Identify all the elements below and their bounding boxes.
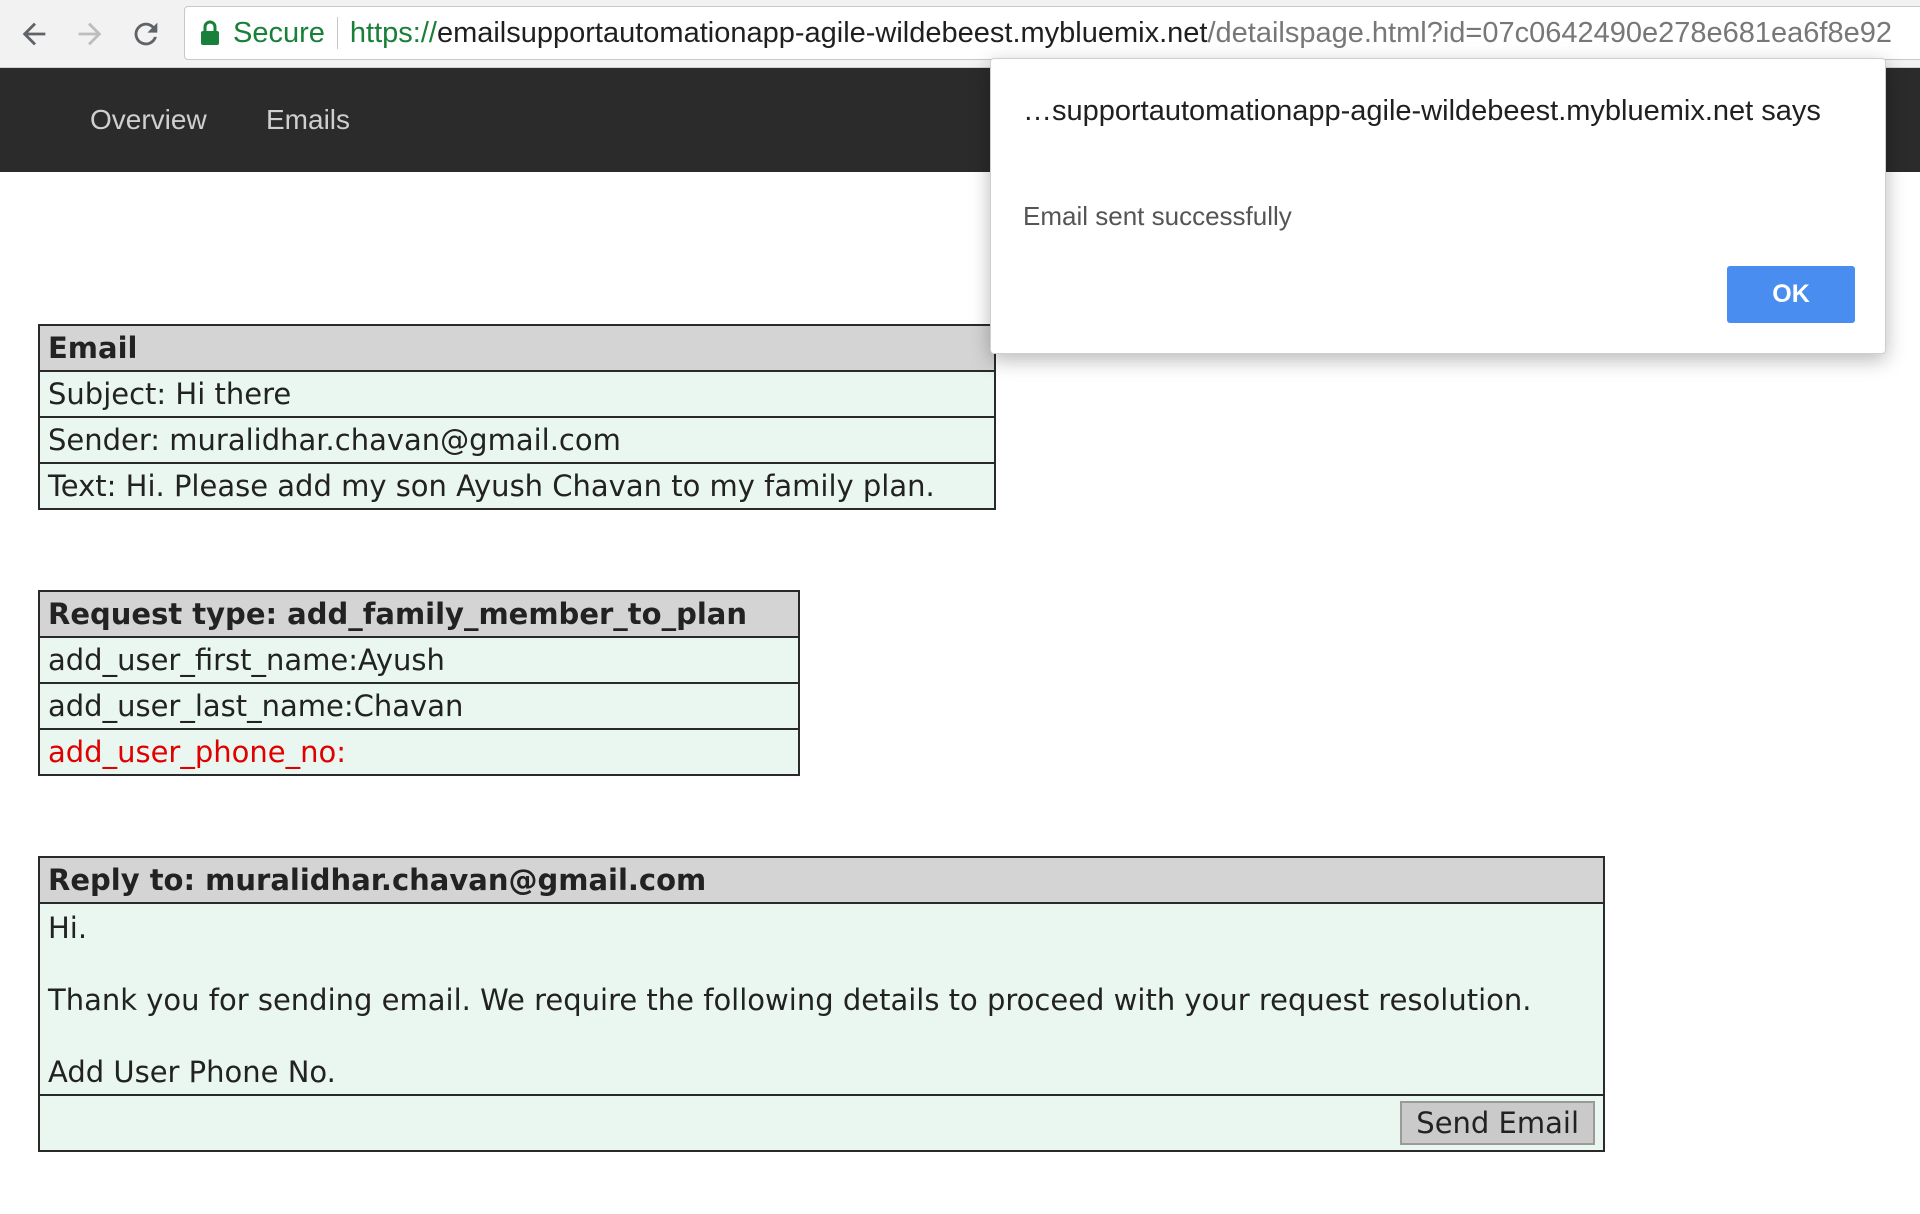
- forward-button[interactable]: [66, 10, 114, 58]
- back-arrow-icon: [22, 22, 46, 46]
- request-field-first-name: add_user_first_name:Ayush: [38, 636, 800, 684]
- nav-emails[interactable]: Emails: [266, 104, 350, 136]
- email-sender: Sender: muralidhar.chavan@gmail.com: [38, 416, 996, 464]
- email-table-header: Email: [38, 324, 996, 372]
- dialog-origin: …supportautomationapp-agile-wildebeest.m…: [1023, 95, 1821, 127]
- request-field-phone-missing: add_user_phone_no:: [38, 728, 800, 776]
- ok-button[interactable]: OK: [1727, 266, 1855, 323]
- nav-overview[interactable]: Overview: [90, 104, 207, 136]
- reply-table: Reply to: muralidhar.chavan@gmail.com Hi…: [38, 856, 1605, 1152]
- request-table: Request type: add_family_member_to_plan …: [38, 590, 800, 776]
- request-type-header: Request type: add_family_member_to_plan: [38, 590, 800, 638]
- reload-icon: [134, 22, 158, 46]
- dialog-message: Email sent successfully: [1023, 201, 1292, 231]
- reply-line-request: Add User Phone No.: [48, 1055, 336, 1089]
- email-text: Text: Hi. Please add my son Ayush Chavan…: [38, 462, 996, 510]
- send-row: Send Email: [38, 1094, 1605, 1152]
- address-bar[interactable]: Secure https://emailsupportautomationapp…: [184, 6, 1920, 60]
- reply-to-header: Reply to: muralidhar.chavan@gmail.com: [38, 856, 1605, 904]
- back-button[interactable]: [10, 10, 58, 58]
- forward-arrow-icon: [78, 22, 102, 46]
- email-table: Email Subject: Hi there Sender: muralidh…: [38, 324, 996, 510]
- email-subject: Subject: Hi there: [38, 370, 996, 418]
- reply-line-greeting: Hi.: [48, 911, 88, 945]
- reply-line-message: Thank you for sending email. We require …: [48, 983, 1532, 1017]
- reload-button[interactable]: [122, 10, 170, 58]
- url-scheme: https://: [349, 16, 437, 49]
- lock-icon: [201, 20, 219, 45]
- request-field-last-name: add_user_last_name:Chavan: [38, 682, 800, 730]
- url-path: /detailspage.html?id=07c0642490e278e681e…: [1207, 16, 1892, 49]
- reply-body[interactable]: Hi. Thank you for sending email. We requ…: [38, 902, 1605, 1096]
- secure-label: Secure: [233, 16, 325, 49]
- send-email-button[interactable]: Send Email: [1400, 1101, 1595, 1145]
- url-host: emailsupportautomationapp-agile-wildebee…: [436, 16, 1208, 49]
- alert-dialog: …supportautomationapp-agile-wildebeest.m…: [990, 58, 1886, 354]
- address-divider: [336, 17, 338, 49]
